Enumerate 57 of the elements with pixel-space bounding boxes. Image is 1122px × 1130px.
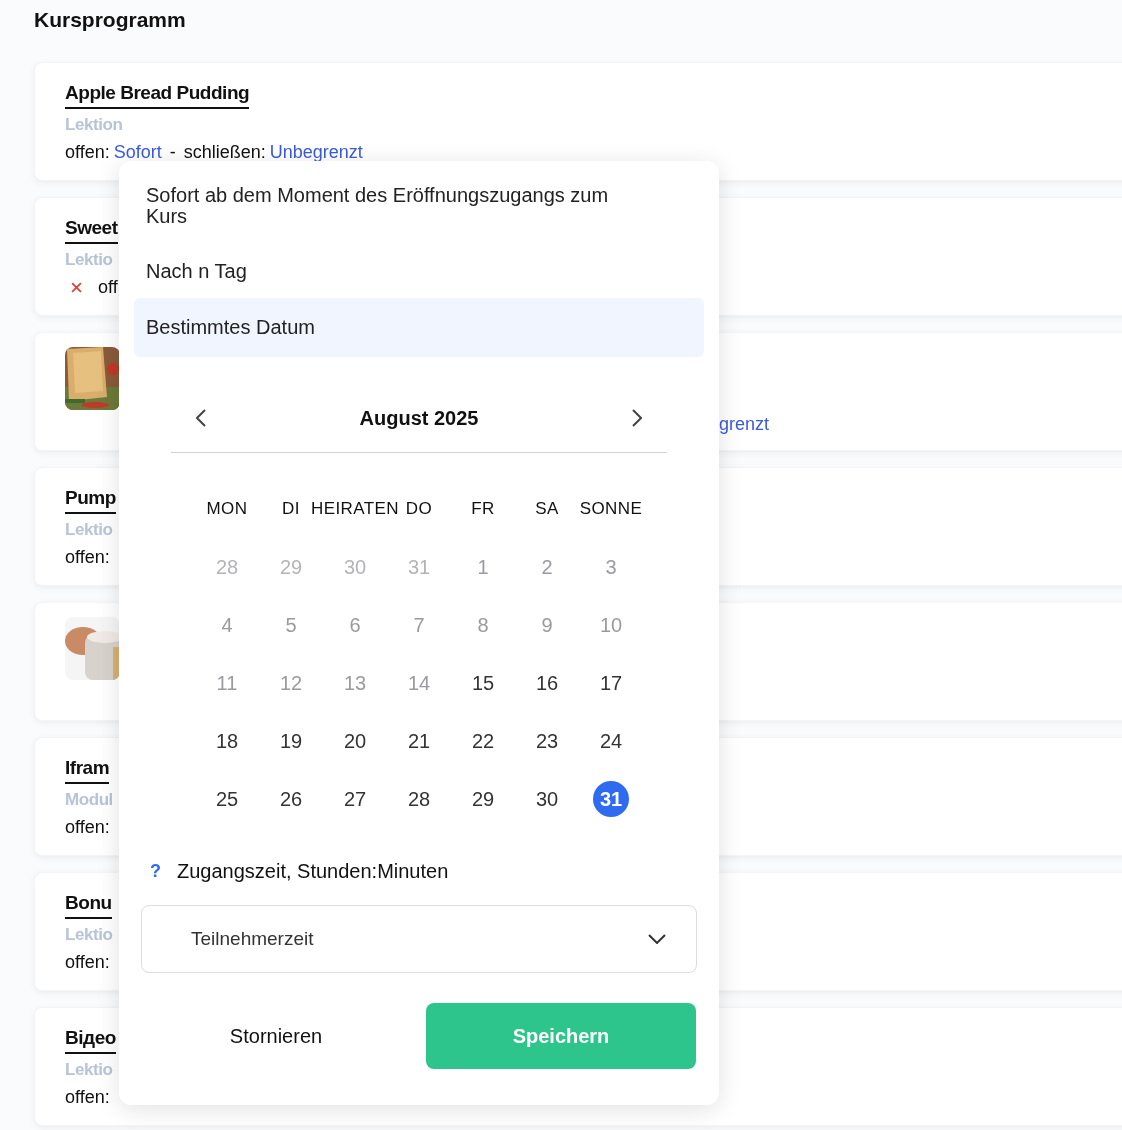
lesson-title[interactable]: Sweet [65, 214, 118, 244]
day-cell[interactable]: 16 [529, 665, 565, 701]
weekday-label: HEIRATEN [310, 498, 400, 521]
weekday-label: SONNE [579, 498, 643, 521]
help-mark[interactable]: ? [150, 857, 177, 885]
day-cell[interactable]: 15 [465, 665, 501, 701]
lesson-type: Lektio [65, 924, 113, 946]
lesson-type: Lektio [65, 519, 113, 541]
day-cell[interactable]: 27 [337, 781, 373, 817]
lesson-title[interactable]: Pump [65, 484, 116, 514]
open-label: offen: [65, 141, 110, 164]
lesson-title[interactable]: Ifram [65, 754, 110, 784]
day-cell[interactable]: 31 [593, 781, 629, 817]
close-icon [71, 281, 82, 293]
lesson-title[interactable]: Apple Bread Pudding [65, 79, 250, 109]
lesson-type: Lektion [65, 114, 123, 136]
month-title: August 2025 [359, 406, 479, 431]
page-title: Kursprogramm [34, 7, 187, 33]
day-cell[interactable]: 30 [529, 781, 565, 817]
chevron-right-icon[interactable] [632, 409, 642, 427]
weekday-label: DO [405, 498, 433, 521]
open-label: offen: [65, 546, 110, 569]
day-cell[interactable]: 18 [209, 723, 245, 759]
weekday-label: DI [282, 498, 300, 521]
open-label: offen: [65, 816, 110, 839]
close-value[interactable]: grenzt [719, 411, 770, 438]
close-label: schließen: [183, 141, 266, 164]
day-cell[interactable]: 17 [593, 665, 629, 701]
time-select[interactable]: Teilnehmerzeit [141, 905, 697, 973]
open-label: offen: [65, 1086, 110, 1109]
day-cell[interactable]: 23 [529, 723, 565, 759]
lesson-type: Lektio [65, 249, 113, 271]
day-cell[interactable]: 29 [465, 781, 501, 817]
lesson-type: Lektio [65, 1059, 113, 1081]
day-cell[interactable]: 20 [337, 723, 373, 759]
time-label: Zugangszeit, Stunden:Minuten [177, 859, 449, 884]
open-value[interactable]: Sofort [113, 139, 162, 165]
separator: - [169, 141, 176, 164]
day-cell[interactable]: 24 [593, 723, 629, 759]
option-item[interactable]: Bestimmtes Datum [134, 298, 704, 357]
lesson-type: Modul [65, 789, 113, 811]
day-cell[interactable]: 25 [209, 781, 245, 817]
chevron-down-icon [648, 934, 666, 944]
day-cell[interactable]: 26 [273, 781, 309, 817]
day-cell[interactable]: 28 [401, 781, 437, 817]
close-value[interactable]: Unbegrenzt [269, 139, 363, 165]
day-cell[interactable]: 19 [273, 723, 309, 759]
lesson-title[interactable]: Bonu [65, 889, 112, 919]
chevron-left-icon[interactable] [196, 409, 206, 427]
weekday-label: MON [206, 498, 248, 521]
day-cell[interactable]: 21 [401, 723, 437, 759]
lesson-title[interactable]: Відео [65, 1024, 116, 1054]
weekday-label: FR [471, 498, 495, 521]
open-label: offen: [65, 951, 110, 974]
day-cell[interactable]: 22 [465, 723, 501, 759]
weekday-label: SA [535, 498, 559, 521]
open-label: off [98, 276, 118, 299]
